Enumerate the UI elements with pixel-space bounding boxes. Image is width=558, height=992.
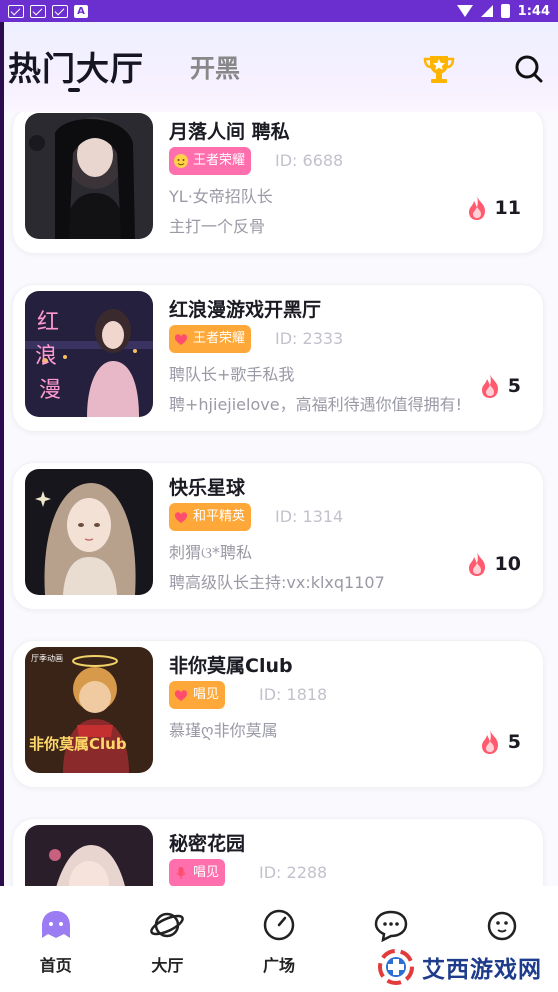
- heat-indicator: 5: [478, 729, 521, 755]
- room-desc-line2: 聘+hjiejielove，高福利待遇你值得拥有!: [169, 395, 462, 414]
- game-badge: 唱见: [169, 859, 226, 886]
- home-icon: [41, 911, 70, 938]
- room-title: 秘密花园: [169, 833, 246, 855]
- room-id: ID: 2333: [275, 329, 344, 348]
- tab-hot-hall[interactable]: 热门大厅: [8, 42, 144, 90]
- heat-count: 10: [494, 553, 521, 575]
- heat-indicator: 10: [465, 551, 521, 577]
- search-icon[interactable]: [514, 54, 544, 84]
- game-badge: 和平精英: [169, 503, 252, 531]
- trophy-icon[interactable]: [422, 52, 456, 86]
- badge-label: 唱见: [193, 865, 220, 880]
- room-card[interactable]: 非你莫属Club 厅季动画 非你莫属Club 唱见 ID: 1818 慕瑾ღ非你…: [12, 640, 544, 788]
- heat-count: 11: [494, 197, 521, 219]
- active-tab-indicator: [68, 88, 80, 92]
- badge-label: 和平精英: [193, 509, 246, 524]
- room-desc-line1: 聘队长+歌手私我: [169, 365, 295, 384]
- tab-kaihei[interactable]: 开黑: [190, 49, 240, 85]
- signal-icon: [480, 5, 493, 17]
- battery-icon: [500, 4, 510, 18]
- nav-label: 首页: [39, 956, 72, 975]
- svg-text:漫: 漫: [39, 378, 61, 403]
- room-id: ID: 2288: [259, 863, 328, 882]
- watermark-text: 艾西游戏网: [422, 956, 542, 983]
- nav-square[interactable]: 广场: [223, 886, 335, 992]
- status-right: 1:44: [456, 3, 550, 19]
- room-cover-image: [25, 469, 153, 595]
- heart-icon: [174, 334, 188, 345]
- mail-icon: [30, 4, 46, 18]
- nav-hall[interactable]: 大厅: [112, 886, 224, 992]
- svg-text:厅季动画: 厅季动画: [31, 653, 63, 663]
- game-badge: 王者荣耀: [169, 147, 252, 175]
- watermark-logo-icon: [378, 949, 414, 985]
- svg-text:非你莫属Club: 非你莫属Club: [29, 735, 127, 753]
- room-desc-line1: YL·女帝招队长: [169, 187, 273, 206]
- svg-text:浪: 浪: [35, 344, 57, 369]
- a-icon: A: [74, 4, 88, 18]
- heat-indicator: 11: [465, 195, 521, 221]
- room-list[interactable]: 月落人间 聘私 王者荣耀 ID: 6688 YL·女帝招队长 主打一个反骨 11…: [4, 112, 558, 886]
- chat-icon: [374, 910, 407, 942]
- room-cover-image: [25, 825, 153, 886]
- room-desc-line1: 慕瑾ღ非你莫属: [169, 721, 278, 740]
- heat-indicator: 5: [478, 373, 521, 399]
- nav-home[interactable]: 首页: [0, 886, 112, 992]
- room-cover-image: [25, 113, 153, 239]
- site-watermark: 艾西游戏网: [372, 942, 558, 992]
- room-desc-line1: 刺猬ଓ*聘私: [169, 543, 253, 562]
- heart-icon: [174, 690, 188, 701]
- room-desc-line2: 主打一个反骨: [169, 217, 266, 236]
- mail-icon: [8, 4, 24, 18]
- flame-icon: [481, 374, 498, 398]
- flame-icon: [481, 730, 498, 754]
- status-time: 1:44: [517, 3, 550, 19]
- room-card[interactable]: 快乐星球 和平精英 ID: 1314 刺猬ଓ*聘私 聘高级队长主持:vx:klx…: [12, 462, 544, 610]
- microphone-icon: [176, 867, 186, 879]
- flame-icon: [468, 196, 485, 220]
- nav-label: 广场: [262, 956, 295, 975]
- room-title: 红浪漫游戏开黑厅: [169, 299, 322, 321]
- game-badge: 王者荣耀: [169, 325, 252, 353]
- room-id: ID: 1314: [275, 507, 344, 526]
- wifi-icon: [456, 5, 473, 17]
- badge-label: 唱见: [193, 687, 220, 702]
- status-left-icons: A: [8, 4, 88, 18]
- badge-label: 王者荣耀: [193, 153, 246, 168]
- room-id: ID: 1818: [259, 685, 328, 704]
- heat-count: 5: [507, 375, 521, 397]
- svg-text:红: 红: [37, 310, 59, 335]
- room-title: 月落人间 聘私: [169, 121, 290, 143]
- game-badge: 唱见: [169, 681, 226, 709]
- planet-icon: [150, 912, 185, 938]
- room-desc-line2: 聘高级队长主持:vx:klxq1107: [169, 573, 385, 592]
- status-bar: A 1:44: [0, 0, 558, 22]
- room-cover-image: 红 浪 漫: [25, 291, 153, 417]
- face-icon: [487, 911, 517, 941]
- badge-label: 王者荣耀: [193, 331, 246, 346]
- room-title: 快乐星球: [169, 477, 246, 499]
- heart-icon: [174, 512, 188, 523]
- flame-icon: [468, 552, 485, 576]
- emoji-icon: [174, 154, 188, 168]
- room-title: 非你莫属Club: [169, 655, 293, 677]
- heat-count: 5: [507, 731, 521, 753]
- room-id: ID: 6688: [275, 151, 344, 170]
- room-cover-image: 非你莫属Club 厅季动画: [25, 647, 153, 773]
- mail-icon: [52, 4, 68, 18]
- compass-icon: [263, 909, 295, 941]
- room-card[interactable]: 月落人间 聘私 王者荣耀 ID: 6688 YL·女帝招队长 主打一个反骨 11: [12, 112, 544, 254]
- room-card[interactable]: 红 浪 漫 红浪漫游戏开黑厅 王者荣耀 ID: 2333 聘队长+歌手私我 聘+…: [12, 284, 544, 432]
- room-card[interactable]: 秘密花园 唱见 ID: 2288: [12, 818, 544, 886]
- nav-label: 大厅: [151, 956, 184, 975]
